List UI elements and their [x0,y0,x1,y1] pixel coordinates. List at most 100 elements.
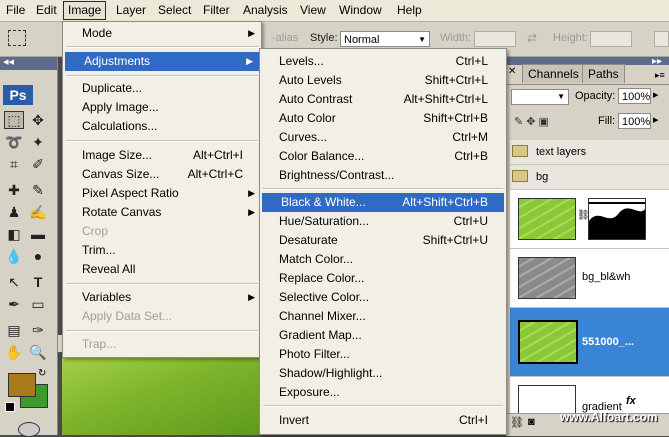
fill-arrow-icon[interactable]: ▸ [653,113,659,126]
path-select-icon[interactable]: ↖ [4,273,24,291]
lock-icons[interactable]: ✎ ✥ ▣ [514,115,549,128]
lasso-tool-icon[interactable]: ➰ [4,133,24,151]
height-input[interactable] [590,31,632,47]
menu-item-replace-color[interactable]: Replace Color... [260,269,506,288]
menu-item-pixel-aspect-ratio[interactable]: Pixel Aspect Ratio ▶ [63,184,261,203]
opacity-input[interactable]: 100% [618,88,651,104]
menu-item-image-size[interactable]: Image Size... Alt+Ctrl+I [63,146,261,165]
menu-item-rotate-canvas[interactable]: Rotate Canvas ▶ [63,203,261,222]
layer-row[interactable]: bg_bl&wh [510,249,669,308]
link-layers-icon[interactable]: ⛓ [510,416,524,429]
menu-image[interactable]: Image [63,1,107,20]
layer-thumbnail [518,320,578,364]
menu-filter[interactable]: Filter [199,2,234,19]
healing-brush-icon[interactable]: ✚ [4,181,24,199]
menu-item-shadow-highlight[interactable]: Shadow/Highlight... [260,364,506,383]
shape-tool-icon[interactable]: ▭ [28,295,48,313]
menu-item-levels[interactable]: Levels... Ctrl+L [260,52,506,71]
eyedropper-icon[interactable]: ✑ [28,321,48,339]
move-tool-icon[interactable]: ✥ [28,111,48,129]
eraser-tool-icon[interactable]: ◧ [4,225,24,243]
style-select[interactable]: Normal ▼ [340,31,430,47]
collapse-icon[interactable]: ◂◂ [3,55,14,68]
menu-item-apply-image[interactable]: Apply Image... [63,98,261,117]
menu-item-curves[interactable]: Curves... Ctrl+M [260,128,506,147]
menu-edit[interactable]: Edit [32,2,61,19]
menu-item-variables[interactable]: Variables ▶ [63,288,261,307]
marquee-tool-icon[interactable]: ⬚ [4,111,24,129]
slice-tool-icon[interactable]: ✐ [28,155,48,173]
menu-item-canvas-size[interactable]: Canvas Size... Alt+Ctrl+C [63,165,261,184]
width-input[interactable] [474,31,516,47]
menu-item-trim[interactable]: Trim... [63,241,261,260]
layer-row-selected[interactable]: 551000_... [510,308,669,377]
menu-item-brightness-contrast[interactable]: Brightness/Contrast... [260,166,506,185]
menu-help[interactable]: Help [393,2,426,19]
add-mask-icon[interactable]: ◙ [528,416,535,428]
menu-window[interactable]: Window [335,2,386,19]
brush-tool-icon[interactable]: ✎ [28,181,48,199]
menu-item-mode[interactable]: Mode ▶ [63,24,261,43]
menu-item-hue-saturation[interactable]: Hue/Saturation... Ctrl+U [260,212,506,231]
menu-item-gradient-map[interactable]: Gradient Map... [260,326,506,345]
magic-wand-icon[interactable]: ✦ [28,133,48,151]
close-icon[interactable]: ✕ [508,66,520,80]
menu-layer[interactable]: Layer [112,2,150,19]
menu-item-selective-color[interactable]: Selective Color... [260,288,506,307]
swap-icon[interactable]: ⇄ [527,31,537,45]
panel-menu-icon[interactable]: ▸≡ [655,70,665,81]
default-colors-icon[interactable] [5,402,15,412]
menu-item-exposure[interactable]: Exposure... [260,383,506,402]
foreground-color-swatch[interactable] [8,373,36,397]
fx-icon[interactable]: fx [626,395,636,407]
fill-label: Fill: [598,115,616,127]
marquee-icon[interactable] [8,30,26,46]
menu-analysis[interactable]: Analysis [239,2,292,19]
menu-item-color-balance[interactable]: Color Balance... Ctrl+B [260,147,506,166]
hand-tool-icon[interactable]: ✋ [4,343,24,361]
tab-channels[interactable]: Channels [522,64,585,83]
menu-item-match-color[interactable]: Match Color... [260,250,506,269]
menu-file[interactable]: File [2,2,29,19]
history-brush-icon[interactable]: ✍ [28,203,48,221]
menu-item-reveal-all[interactable]: Reveal All [63,260,261,279]
notes-tool-icon[interactable]: ▤ [4,321,24,339]
menu-item-crop[interactable]: Crop [63,222,261,241]
opacity-arrow-icon[interactable]: ▸ [653,88,659,101]
blend-mode-select[interactable]: ▼ [511,89,569,105]
layer-group-row[interactable]: bg [510,165,669,190]
menu-select[interactable]: Select [154,2,195,19]
blur-tool-icon[interactable]: 💧 [4,247,24,265]
gradient-tool-icon[interactable]: ▬ [28,225,48,243]
layer-mask-thumbnail[interactable] [588,198,646,240]
layer-group-row[interactable]: text layers [510,140,669,165]
swap-colors-icon[interactable]: ↻ [38,368,46,379]
layer-thumbnail [518,257,576,299]
pen-tool-icon[interactable]: ✒ [4,295,24,313]
menu-item-channel-mixer[interactable]: Channel Mixer... [260,307,506,326]
menu-item-invert[interactable]: Invert Ctrl+I [260,411,506,430]
menu-item-adjustments[interactable]: Adjustments ▶ [65,52,259,71]
document-canvas[interactable] [62,352,260,435]
menu-item-desaturate[interactable]: Desaturate Shift+Ctrl+U [260,231,506,250]
menu-view[interactable]: View [296,2,330,19]
stamp-tool-icon[interactable]: ♟ [4,203,24,221]
refine-edge-button[interactable] [654,31,669,47]
menu-item-auto-color[interactable]: Auto Color Shift+Ctrl+B [260,109,506,128]
menu-item-trap[interactable]: Trap... [63,335,261,354]
crop-tool-icon[interactable]: ⌗ [4,155,24,173]
tab-paths[interactable]: Paths [582,64,625,83]
fill-input[interactable]: 100% [618,113,651,129]
menu-item-photo-filter[interactable]: Photo Filter... [260,345,506,364]
menu-item-calculations[interactable]: Calculations... [63,117,261,136]
menu-item-auto-levels[interactable]: Auto Levels Shift+Ctrl+L [260,71,506,90]
layer-row[interactable]: ⛓ [510,190,669,249]
type-tool-icon[interactable]: T [28,273,48,291]
collapse-panel-icon[interactable]: ▸▸ [652,56,662,67]
dodge-tool-icon[interactable]: ● [28,247,48,265]
menu-item-apply-data-set[interactable]: Apply Data Set... [63,307,261,326]
menu-item-black-white[interactable]: Black & White... Alt+Shift+Ctrl+B [262,193,504,212]
menu-item-auto-contrast[interactable]: Auto Contrast Alt+Shift+Ctrl+L [260,90,506,109]
menu-item-duplicate[interactable]: Duplicate... [63,79,261,98]
zoom-tool-icon[interactable]: 🔍 [28,343,48,361]
